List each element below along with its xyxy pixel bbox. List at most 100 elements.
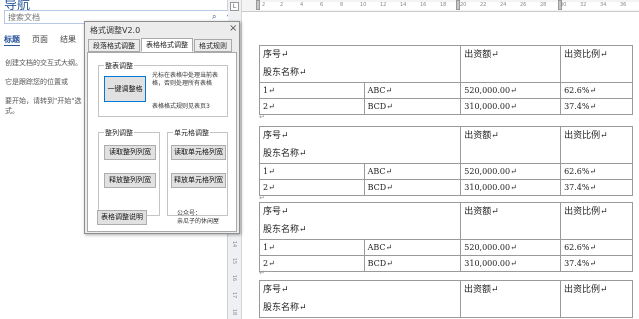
ruler-tick: 10: [360, 2, 367, 8]
table-cell[interactable]: 出资额↵: [460, 126, 562, 164]
table-cell[interactable]: 序号↵ 股东名称↵: [258, 45, 462, 83]
table-row: 2↵ BCD↵ 310,000.00↵ 37.4%↵: [259, 179, 633, 196]
close-icon[interactable]: ×: [229, 23, 237, 34]
table-cell[interactable]: 62.6%↵: [560, 82, 633, 99]
group-title: 整列调整: [104, 128, 134, 138]
table-cell[interactable]: 2↵: [259, 255, 365, 272]
table-cell[interactable]: BCD↵: [363, 255, 462, 272]
ruler-tick: 32: [580, 2, 587, 8]
ruler-tick: 8: [340, 2, 344, 8]
table-cell[interactable]: 37.4%↵: [560, 255, 633, 272]
table-header-row: 序号↵ 股东名称↵ 出资额↵ 出资比例↵: [258, 45, 633, 83]
ruler-tick: 12: [380, 2, 387, 8]
table-cell[interactable]: 出资额↵: [460, 280, 561, 318]
table-cell[interactable]: 310,000.00↵: [460, 98, 562, 115]
group-title: 整表调整: [104, 61, 134, 71]
table-cell[interactable]: 1↵: [259, 239, 365, 256]
one-click-adjust-button[interactable]: 一键调整格: [104, 76, 146, 102]
table-cell[interactable]: ABC↵: [363, 239, 462, 256]
shareholder-table[interactable]: 序号↵ 股东名称↵ 出资额↵ 出资比例↵ 1↵ ABC↵ 520,000.00↵ …: [258, 126, 633, 196]
table-cell[interactable]: 520,000.00↵: [460, 239, 562, 256]
left-indent-marker[interactable]: [256, 0, 260, 10]
read-cell-width-button[interactable]: 读取单元格列宽: [171, 145, 226, 160]
paragraph-mark: ↵: [259, 194, 265, 202]
ruler-tick: 6: [320, 2, 324, 8]
read-column-width-button[interactable]: 读取整列列宽: [104, 145, 156, 160]
table-cell[interactable]: 序号↵ 股东名称↵: [259, 280, 461, 318]
ruler-tick: 17: [231, 291, 238, 299]
header-ratio: 出资比例↵: [564, 207, 608, 217]
table-cell[interactable]: 62.6%↵: [560, 239, 633, 256]
table-cell[interactable]: BCD↵: [363, 179, 462, 196]
table-cell[interactable]: 62.6%↵: [560, 163, 633, 180]
shareholder-table[interactable]: 序号↵ 股东名称↵ 出资额↵ 出资比例↵ 1↵ ABC↵ 520,000.00↵ …: [258, 45, 633, 115]
apply-cell-width-button[interactable]: 释放单元格列宽: [171, 173, 226, 188]
tab-results[interactable]: 结果: [60, 34, 76, 45]
tab-headings[interactable]: 标题: [4, 34, 20, 46]
dialog-title: 格式调整V2.0: [90, 26, 141, 35]
table-cell[interactable]: 37.4%↵: [560, 98, 633, 115]
tab-selector[interactable]: L: [230, 2, 239, 11]
table-adjust-help-button[interactable]: 表格调整说明: [97, 210, 147, 225]
table-row: 1↵ ABC↵ 520,000.00↵ 62.6%↵: [259, 239, 633, 256]
ruler-tick: 14: [231, 240, 238, 248]
horizontal-ruler[interactable]: 2 2 4 6 8 10 12 14 16 18 20 22 24 26 28 …: [242, 0, 639, 12]
table-cell[interactable]: ABC↵: [363, 82, 462, 99]
table-cell[interactable]: 520,000.00↵: [460, 163, 562, 180]
table-cell[interactable]: 出资比例↵: [560, 45, 633, 83]
footer-account-name: 亲瓜子的休闲屋: [177, 218, 220, 225]
paragraph-mark: ↵: [259, 269, 265, 277]
table-cell[interactable]: 2↵: [259, 98, 365, 115]
tab-table-format[interactable]: 表格格式调整: [141, 38, 193, 52]
ruler-tick: 30: [560, 2, 567, 8]
header-ratio: 出资比例↵: [564, 131, 608, 141]
group-column: 整列调整 读取整列列宽 释放整列列宽: [98, 128, 160, 216]
table-header-row: 序号↵ 股东名称↵ 出资额↵ 出资比例↵: [259, 280, 633, 318]
table-cell[interactable]: 2↵: [259, 179, 365, 196]
nav-help-text: 创建文档的交互式大纲。: [5, 59, 82, 67]
footer-label: 公众号：: [177, 210, 202, 217]
ruler-tick: 18: [231, 308, 238, 316]
document-page[interactable]: 序号↵ 股东名称↵ 出资额↵ 出资比例↵ 1↵ ABC↵ 520,000.00↵ …: [242, 12, 639, 319]
ruler-tick: 14: [400, 2, 407, 8]
apply-column-width-button[interactable]: 释放整列列宽: [104, 173, 156, 188]
table-cell[interactable]: 1↵: [259, 163, 365, 180]
table-cell[interactable]: 520,000.00↵: [460, 82, 562, 99]
table-cell[interactable]: 37.4%↵: [560, 179, 633, 196]
header-shareholder-name: 股东名称↵: [263, 149, 307, 159]
table-cell[interactable]: ABC↵: [363, 163, 462, 180]
table-cell[interactable]: 序号↵ 股东名称↵: [258, 126, 462, 164]
nav-help-text: 它是跟踪您的位置或: [5, 78, 68, 86]
header-seq: 序号↵: [263, 131, 289, 141]
table-cell[interactable]: 出资额↵: [460, 45, 562, 83]
table-header-row: 序号↵ 股东名称↵ 出资额↵ 出资比例↵: [258, 202, 633, 240]
table-cell[interactable]: 出资比例↵: [560, 280, 633, 318]
tab-format-rules[interactable]: 格式规则: [194, 39, 232, 52]
nav-help-text: 式。: [5, 107, 19, 115]
table-rule-text: 表格格式规则见表页3: [152, 103, 210, 110]
header-seq: 序号↵: [263, 207, 289, 217]
shareholder-table[interactable]: 序号↵ 股东名称↵ 出资额↵ 出资比例↵: [259, 280, 633, 318]
shareholder-table[interactable]: 序号↵ 股东名称↵ 出资额↵ 出资比例↵ 1↵ ABC↵ 520,000.00↵ …: [258, 202, 633, 272]
table-cell[interactable]: BCD↵: [363, 98, 462, 115]
ruler-tick: 22: [480, 2, 487, 8]
header-capital: 出资额↵: [464, 285, 499, 295]
ruler-tick: 16: [231, 274, 238, 282]
tab-paragraph-format[interactable]: 段落格式调整: [88, 39, 140, 52]
ruler-tick: 18: [440, 2, 447, 8]
table-format-panel: 整表调整 一键调整格 光标在表格中处理当前表格，否则处理所有表格 表格格式规则见…: [87, 52, 237, 232]
header-shareholder-name: 股东名称↵: [263, 68, 307, 78]
header-seq: 序号↵: [263, 285, 289, 295]
table-cell[interactable]: 序号↵ 股东名称↵: [258, 202, 462, 240]
table-cell[interactable]: 310,000.00↵: [460, 179, 562, 196]
table-cell[interactable]: 出资比例↵: [560, 202, 633, 240]
format-adjust-dialog[interactable]: 格式调整V2.0 × 段落格式调整 表格格式调整 格式规则 整表调整 一键调整格…: [84, 21, 240, 234]
table-row: 2↵ BCD↵ 310,000.00↵ 37.4%↵: [259, 255, 633, 272]
table-cell[interactable]: 出资额↵: [460, 202, 562, 240]
header-ratio: 出资比例↵: [564, 285, 608, 295]
table-cell[interactable]: 出资比例↵: [560, 126, 633, 164]
tab-pages[interactable]: 页面: [32, 34, 48, 45]
table-cell[interactable]: 1↵: [259, 82, 365, 99]
ruler-tick: 15: [231, 257, 238, 265]
table-cell[interactable]: 310,000.00↵: [460, 255, 562, 272]
